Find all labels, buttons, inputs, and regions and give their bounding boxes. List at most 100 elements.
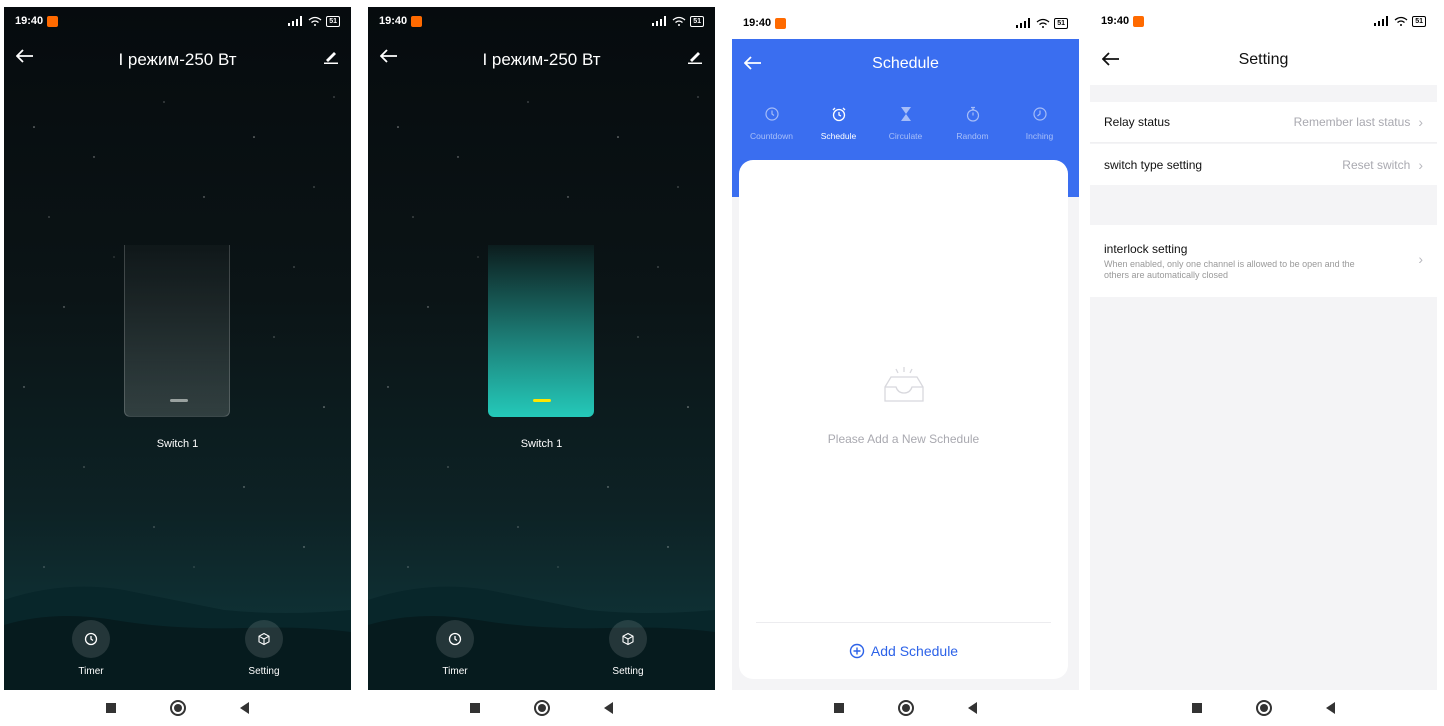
status-bar: 19:40 51 [368,7,715,35]
battery-icon: 51 [326,15,340,27]
system-nav-bar [1090,690,1437,726]
mountain-silhouette [4,586,351,690]
cube-icon [622,632,634,646]
status-time: 19:40 [379,15,408,27]
tab-label: Circulate [888,131,923,141]
notification-icon [47,15,59,27]
system-nav-bar [368,690,715,726]
home-button[interactable] [898,700,914,716]
page-title: Schedule [872,55,939,72]
schedule-screen: 19:40 51 Schedule Countdown Schedule Cir… [732,7,1079,726]
tab-label: Countdown [749,131,793,141]
home-button[interactable] [534,700,550,716]
timer-label: Timer [442,666,468,677]
switch-label: Switch 1 [156,438,199,450]
timer-button[interactable]: Timer [61,620,121,677]
clock-icon [764,107,779,121]
plus-circle-icon [849,643,865,659]
setting-label: Setting [612,666,644,677]
switch-label: Switch 1 [520,438,563,450]
recents-button[interactable] [834,703,844,713]
relay-status-value: Remember last status [1293,115,1411,129]
tab-inching[interactable]: Inching [1011,103,1069,141]
empty-inbox-icon [884,367,924,402]
home-button[interactable] [170,700,186,716]
add-schedule-label: Add Schedule [870,643,959,659]
wifi-icon [672,16,686,26]
tab-countdown[interactable]: Countdown [743,103,801,141]
status-time: 19:40 [1101,15,1130,27]
status-time: 19:40 [15,15,44,27]
wifi-icon [1036,18,1050,28]
back-arrow-icon[interactable] [1102,52,1120,66]
mountain-silhouette [368,586,715,690]
interlock-label: interlock setting [1104,241,1188,256]
system-nav-bar [732,690,1079,726]
status-bar: 19:40 51 [732,7,1079,39]
alarm-icon [832,107,845,122]
schedule-card: Please Add a New Schedule Add Schedule [739,160,1068,679]
notification-icon [411,15,423,27]
home-button[interactable] [1256,700,1272,716]
switch-screen-off: 19:40 51 I режим-250 Вт Switch 1 Timer S… [4,7,351,726]
setting-screen: 19:40 51 Setting Relay status Remember l… [1090,7,1437,726]
timer-button[interactable]: Timer [425,620,485,677]
back-button[interactable] [604,702,613,714]
switch-type-label: switch type setting [1104,157,1203,172]
relay-status-row[interactable]: Relay status Remember last status › [1090,102,1437,143]
wifi-icon [1394,16,1408,26]
interlock-row[interactable]: interlock setting When enabled, only one… [1090,225,1437,297]
add-schedule-button[interactable]: Add Schedule [739,643,1068,659]
switch-1-toggle[interactable] [488,245,594,417]
stopwatch-icon [966,106,979,122]
chevron-right-icon: › [1418,251,1423,267]
switch-1-toggle[interactable] [124,245,230,417]
back-button[interactable] [968,702,977,714]
switch-type-row[interactable]: switch type setting Reset switch › [1090,144,1437,185]
switch-type-value: Reset switch [1342,157,1411,172]
chevron-right-icon: › [1418,114,1423,130]
signal-icon [652,16,667,26]
tab-circulate[interactable]: Circulate [877,103,935,141]
chevron-right-icon: › [1418,156,1423,173]
status-time: 19:40 [743,17,772,29]
interlock-description: When enabled, only one channel is allowe… [1104,258,1355,280]
recents-button[interactable] [106,703,116,713]
back-button[interactable] [240,702,249,714]
timer-icon [1032,107,1047,121]
back-arrow-icon[interactable] [380,49,398,63]
status-bar: 19:40 51 [4,7,351,35]
edit-pencil-icon[interactable] [687,50,703,64]
page-title: Setting [1238,51,1289,68]
relay-status-label: Relay status [1104,115,1171,129]
system-nav-bar [4,690,351,726]
header: I режим-250 Вт [368,35,715,85]
notification-icon [775,17,787,29]
empty-state-text: Please Add a New Schedule [827,432,980,446]
edit-pencil-icon[interactable] [323,50,339,64]
tab-random[interactable]: Random [944,103,1002,141]
notification-icon [1133,15,1145,27]
switch-indicator [170,399,188,402]
signal-icon [1016,18,1031,28]
hourglass-icon [900,107,911,121]
tab-label: Schedule [820,131,857,141]
divider [756,622,1051,623]
signal-icon [1374,16,1389,26]
wifi-icon [308,16,322,26]
battery-icon: 51 [1054,17,1068,29]
switch-indicator [533,399,551,402]
recents-button[interactable] [1192,703,1202,713]
cube-icon [258,632,270,646]
tab-schedule[interactable]: Schedule [810,103,868,141]
switch-screen-on: 19:40 51 I режим-250 Вт Switch 1 Timer S… [368,7,715,726]
back-arrow-icon[interactable] [16,49,34,63]
back-button[interactable] [1326,702,1335,714]
battery-icon: 51 [1412,15,1426,27]
setting-button[interactable]: Setting [234,620,294,677]
timer-mode-tabs: Countdown Schedule Circulate Random Inch… [732,103,1079,141]
recents-button[interactable] [470,703,480,713]
header: I режим-250 Вт [4,35,351,85]
tab-label: Inching [1025,131,1054,141]
setting-button[interactable]: Setting [598,620,658,677]
